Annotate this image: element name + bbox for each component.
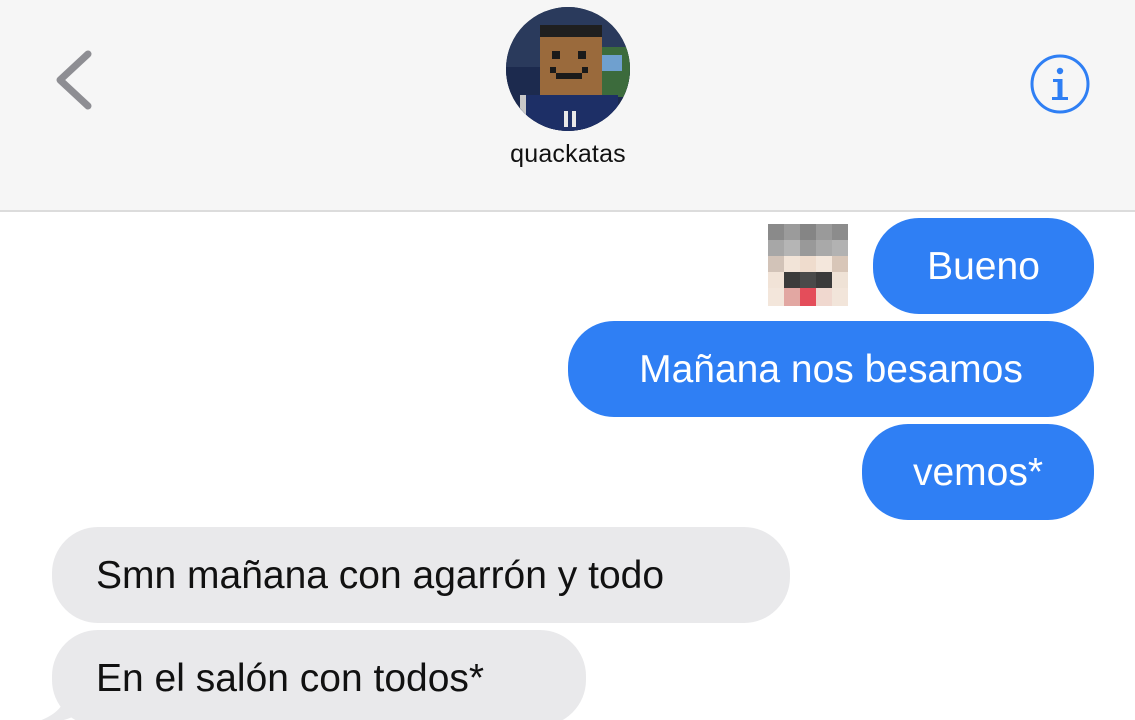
info-button[interactable] xyxy=(1028,52,1092,116)
outgoing-message-bubble[interactable]: vemos* xyxy=(862,424,1094,520)
conversation-header: quackatas xyxy=(0,0,1135,212)
contact-avatar[interactable] xyxy=(506,7,630,131)
chat-screen: quackatas Bueno Mañana nos besamos vemos… xyxy=(0,0,1135,720)
incoming-message-bubble[interactable]: En el salón con todos* xyxy=(52,630,586,720)
contact-name[interactable]: quackatas xyxy=(468,140,668,169)
back-button[interactable] xyxy=(48,48,104,112)
info-circle-icon xyxy=(1030,54,1090,114)
incoming-message-bubble[interactable]: Smn mañana con agarrón y todo xyxy=(52,527,790,623)
outgoing-message-bubble[interactable]: Bueno xyxy=(873,218,1094,314)
minecraft-character-image xyxy=(506,7,630,131)
pixelated-sticker xyxy=(768,224,848,306)
chevron-left-icon xyxy=(56,50,92,110)
outgoing-message-bubble[interactable]: Mañana nos besamos xyxy=(568,321,1094,417)
incoming-bubble-tail xyxy=(22,690,82,720)
